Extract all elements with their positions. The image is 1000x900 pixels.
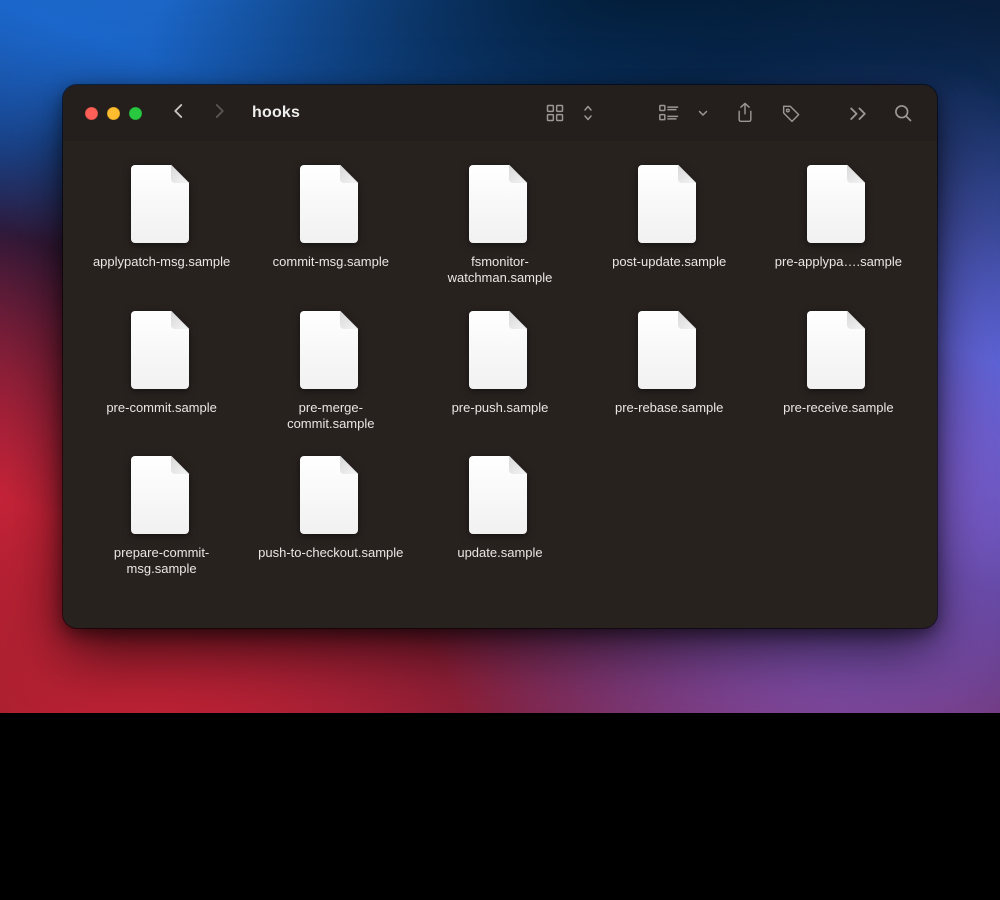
file-icon [636, 309, 702, 391]
file-item[interactable]: push-to-checkout.sample [256, 454, 405, 578]
file-label: prepare-commit-msg.sample [87, 545, 236, 578]
file-label: fsmonitor-watchman.sample [425, 254, 574, 287]
content-area[interactable]: applypatch-msg.sample commit-msg.sample fs… [63, 141, 937, 628]
close-button[interactable] [85, 107, 98, 120]
icon-grid: applypatch-msg.sample commit-msg.sample fs… [87, 163, 913, 578]
file-item[interactable]: pre-rebase.sample [595, 309, 744, 433]
file-item[interactable]: pre-applypa….sample [764, 163, 913, 287]
file-icon [129, 163, 195, 245]
grid-view-icon [537, 97, 573, 129]
file-item[interactable]: post-update.sample [595, 163, 744, 287]
more-button[interactable] [841, 97, 875, 129]
chevron-down-icon [689, 97, 717, 129]
file-icon [129, 454, 195, 536]
file-label: applypatch-msg.sample [93, 254, 230, 270]
file-item[interactable]: pre-commit.sample [87, 309, 236, 433]
file-label: post-update.sample [612, 254, 726, 270]
file-label: pre-push.sample [452, 400, 549, 416]
file-item[interactable]: pre-push.sample [425, 309, 574, 433]
file-item[interactable]: update.sample [425, 454, 574, 578]
file-label: push-to-checkout.sample [258, 545, 403, 561]
back-button[interactable] [170, 102, 188, 125]
file-icon [467, 309, 533, 391]
file-item[interactable]: fsmonitor-watchman.sample [425, 163, 574, 287]
file-icon [467, 454, 533, 536]
file-icon [805, 163, 871, 245]
file-label: pre-receive.sample [783, 400, 894, 416]
file-icon [298, 454, 364, 536]
tags-button[interactable] [773, 97, 811, 129]
file-icon [129, 309, 195, 391]
minimize-button[interactable] [107, 107, 120, 120]
forward-button[interactable] [210, 102, 228, 125]
file-label: pre-merge-commit.sample [256, 400, 405, 433]
file-icon [636, 163, 702, 245]
file-label: pre-applypa….sample [775, 254, 902, 270]
file-item[interactable]: pre-merge-commit.sample [256, 309, 405, 433]
file-label: update.sample [457, 545, 542, 561]
file-label: pre-rebase.sample [615, 400, 723, 416]
view-mode-control[interactable] [537, 97, 602, 129]
nav-arrows [170, 102, 228, 125]
group-by-control[interactable] [650, 97, 717, 129]
finder-window: hooks [63, 85, 937, 628]
window-title: hooks [252, 104, 300, 122]
file-label: commit-msg.sample [273, 254, 389, 270]
search-button[interactable] [885, 97, 921, 129]
file-icon [805, 309, 871, 391]
share-button[interactable] [727, 97, 763, 129]
up-down-icon [574, 97, 602, 129]
file-item[interactable]: pre-receive.sample [764, 309, 913, 433]
zoom-button[interactable] [129, 107, 142, 120]
window-controls [85, 107, 142, 120]
file-icon [467, 163, 533, 245]
titlebar: hooks [63, 85, 937, 141]
file-item[interactable]: prepare-commit-msg.sample [87, 454, 236, 578]
file-item[interactable]: applypatch-msg.sample [87, 163, 236, 287]
file-icon [298, 163, 364, 245]
file-item[interactable]: commit-msg.sample [256, 163, 405, 287]
group-icon [650, 97, 688, 129]
file-label: pre-commit.sample [106, 400, 217, 416]
file-icon [298, 309, 364, 391]
